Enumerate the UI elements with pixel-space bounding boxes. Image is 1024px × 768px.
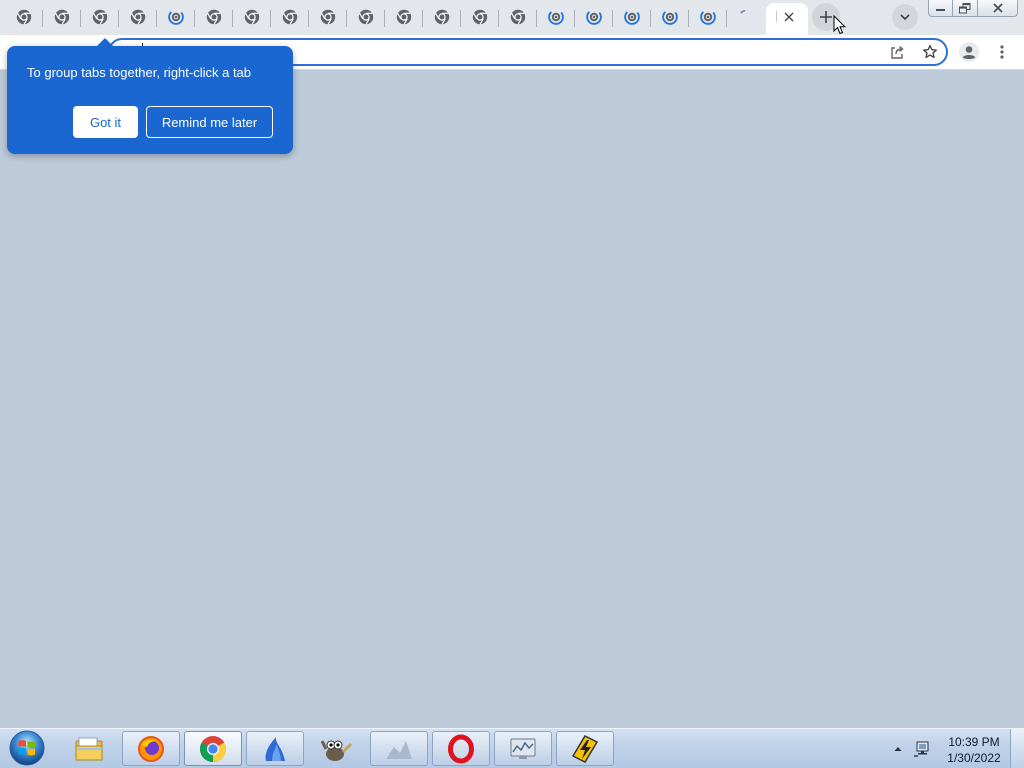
promo-message: To group tabs together, right-click a ta… xyxy=(27,65,252,80)
got-it-button[interactable]: Got it xyxy=(73,106,138,138)
taskbar-clock[interactable]: 10:39 PM 1/30/2022 xyxy=(945,729,1003,768)
close-icon[interactable] xyxy=(783,11,795,23)
loading-chrome-icon xyxy=(586,9,602,25)
minimize-button[interactable] xyxy=(928,0,953,17)
tab-strip xyxy=(0,0,1024,35)
tab[interactable] xyxy=(727,2,765,33)
window-close-button[interactable] xyxy=(978,0,1018,17)
clock-time: 10:39 PM xyxy=(948,735,1000,749)
window-close-icon xyxy=(992,3,1004,13)
tab[interactable] xyxy=(499,2,537,33)
loading-chrome-icon xyxy=(624,9,640,25)
chrome-icon xyxy=(244,9,260,25)
taskbar-button[interactable] xyxy=(60,731,118,766)
taskbar-button[interactable] xyxy=(122,731,180,766)
windows-start-orb-icon[interactable] xyxy=(8,729,46,767)
taskbar-button[interactable] xyxy=(432,731,490,766)
tab-groups-promo-bubble: To group tabs together, right-click a ta… xyxy=(7,38,293,154)
chrome-icon xyxy=(92,9,108,25)
chrome-icon xyxy=(198,734,228,764)
tab[interactable] xyxy=(651,2,689,33)
tab[interactable] xyxy=(423,2,461,33)
chrome-icon xyxy=(320,9,336,25)
taskbar-button[interactable] xyxy=(184,731,242,766)
loading-chrome-icon xyxy=(700,9,716,25)
active-tab[interactable] xyxy=(766,3,808,35)
tab[interactable] xyxy=(309,2,347,33)
blue-flame-app-icon xyxy=(260,734,290,764)
taskbar-button[interactable] xyxy=(246,731,304,766)
chrome-icon xyxy=(472,9,488,25)
loading-chrome-icon xyxy=(168,9,184,25)
loading-chrome-icon xyxy=(548,9,564,25)
restore-button[interactable] xyxy=(953,0,978,17)
page-content xyxy=(0,70,1024,728)
tab[interactable] xyxy=(575,2,613,33)
tab[interactable] xyxy=(5,2,43,33)
show-hidden-icons-icon[interactable] xyxy=(892,743,904,755)
firefox-icon xyxy=(137,735,165,763)
system-monitor-icon xyxy=(508,735,538,763)
taskbar-button[interactable] xyxy=(494,731,552,766)
taskbar-button[interactable] xyxy=(308,731,366,766)
tab[interactable] xyxy=(157,2,195,33)
restore-icon xyxy=(959,2,971,14)
tab[interactable] xyxy=(613,2,651,33)
chrome-icon xyxy=(130,9,146,25)
taskbar-button[interactable] xyxy=(370,731,428,766)
share-icon[interactable] xyxy=(889,44,905,60)
chrome-icon xyxy=(206,9,222,25)
chrome-icon xyxy=(396,9,412,25)
tab[interactable] xyxy=(119,2,157,33)
faded-app-icon xyxy=(384,735,414,763)
tab[interactable] xyxy=(689,2,727,33)
tab[interactable] xyxy=(233,2,271,33)
desktop-screen: To group tabs together, right-click a ta… xyxy=(0,0,1024,768)
remind-me-later-button[interactable]: Remind me later xyxy=(146,106,273,138)
taskbar-button[interactable] xyxy=(556,731,614,766)
loading-spinner-icon xyxy=(738,9,754,25)
tab[interactable] xyxy=(43,2,81,33)
minimize-icon xyxy=(935,3,946,13)
tab[interactable] xyxy=(385,2,423,33)
mouse-cursor-icon xyxy=(833,15,846,35)
more-vert-icon[interactable] xyxy=(994,44,1010,60)
tab[interactable] xyxy=(461,2,499,33)
star-icon[interactable] xyxy=(922,44,938,60)
tab[interactable] xyxy=(347,2,385,33)
chrome-icon xyxy=(358,9,374,25)
tab[interactable] xyxy=(537,2,575,33)
clock-date: 1/30/2022 xyxy=(947,751,1001,765)
chevron-down-icon xyxy=(898,10,912,24)
bubble-arrow xyxy=(97,38,113,46)
network-icon[interactable] xyxy=(913,740,931,758)
opera-icon xyxy=(446,734,476,764)
chrome-icon xyxy=(54,9,70,25)
chrome-icon xyxy=(510,9,526,25)
tab[interactable] xyxy=(271,2,309,33)
chrome-icon xyxy=(282,9,298,25)
plus-icon xyxy=(818,9,834,25)
show-desktop-button[interactable] xyxy=(1010,729,1024,768)
gimp-icon xyxy=(321,735,353,763)
file-explorer-icon xyxy=(74,735,104,763)
chrome-icon xyxy=(434,9,450,25)
tab-search-button[interactable] xyxy=(892,4,918,30)
chrome-icon xyxy=(16,9,32,25)
tab[interactable] xyxy=(195,2,233,33)
tab[interactable] xyxy=(81,2,119,33)
winamp-icon xyxy=(569,734,601,764)
profile-avatar-icon[interactable] xyxy=(958,41,980,63)
taskbar: 10:39 PM 1/30/2022 xyxy=(0,728,1024,768)
loading-chrome-icon xyxy=(662,9,678,25)
